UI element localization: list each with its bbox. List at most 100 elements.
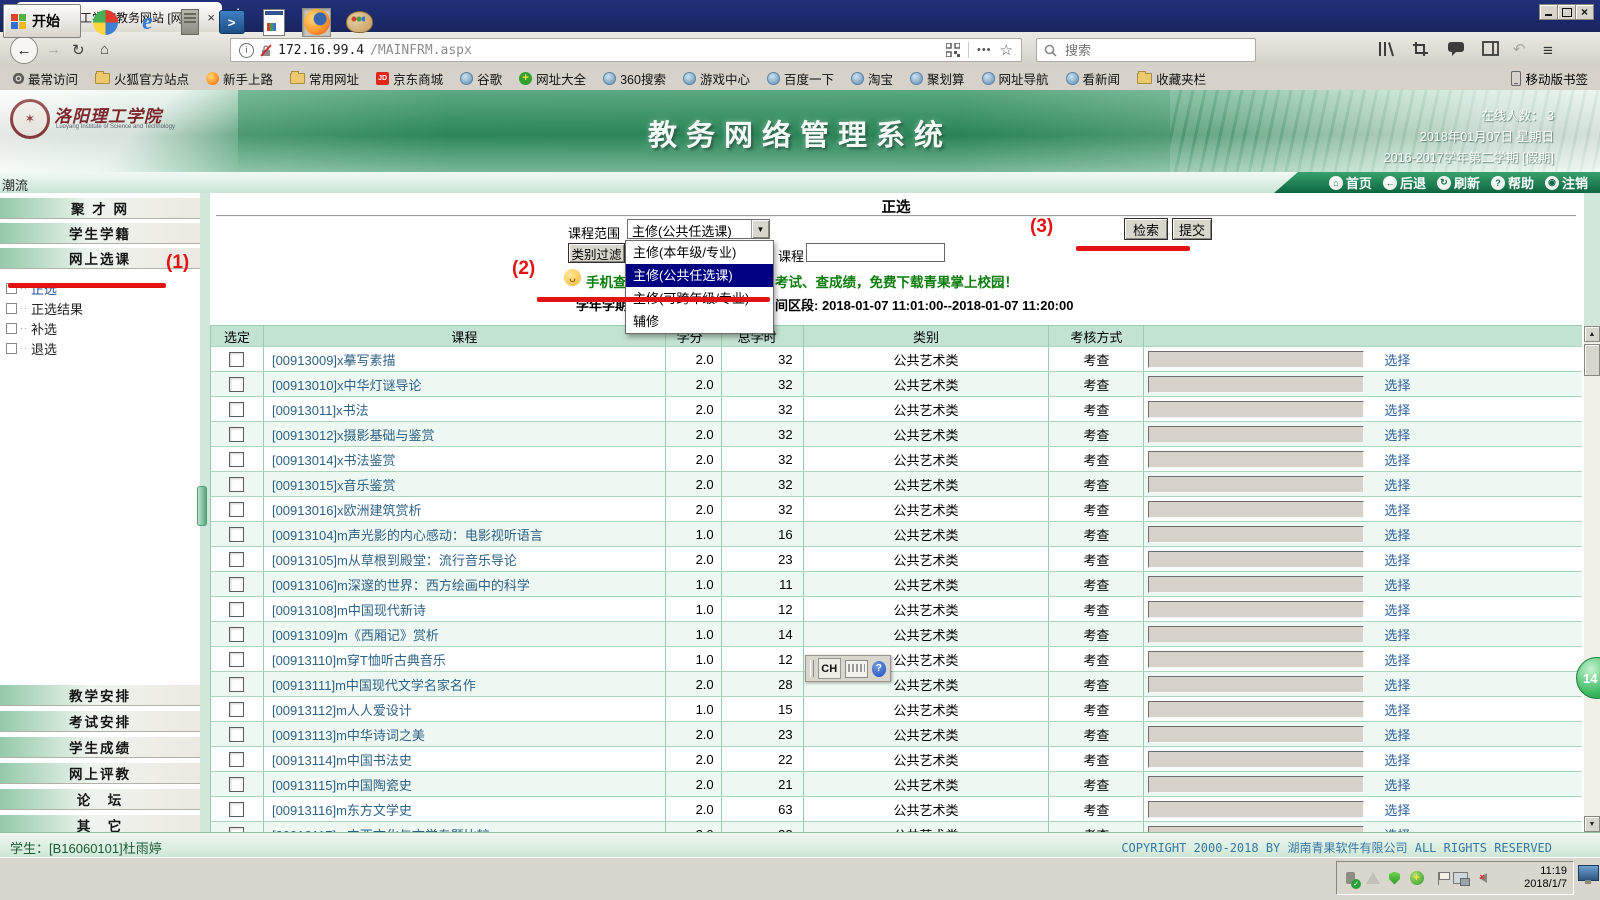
- row-checkbox[interactable]: [229, 402, 244, 417]
- course-cell[interactable]: [00913109]m《西厢记》赏析: [264, 622, 666, 646]
- sidebar-group[interactable]: 考试安排: [0, 710, 200, 732]
- course-cell[interactable]: [00913010]x中华灯谜导论: [264, 372, 666, 396]
- select-link[interactable]: 选择: [1384, 500, 1410, 519]
- start-button[interactable]: 开始: [3, 4, 81, 38]
- select-link[interactable]: 选择: [1384, 650, 1410, 669]
- row-checkbox[interactable]: [229, 577, 244, 592]
- sidebar-item-补选[interactable]: ··补选: [0, 318, 200, 338]
- scrollbar-thumb[interactable]: [1584, 344, 1600, 376]
- menu-hamburger-icon[interactable]: ≡: [1543, 41, 1553, 61]
- tray-flag-icon[interactable]: [1431, 871, 1446, 886]
- tray-triangle-icon[interactable]: [1365, 871, 1380, 886]
- course-cell[interactable]: [00913114]m中国书法史: [264, 747, 666, 771]
- row-checkbox[interactable]: [229, 652, 244, 667]
- site-info-icon[interactable]: i: [239, 43, 254, 58]
- course-cell[interactable]: [00913014]x书法鉴赏: [264, 447, 666, 471]
- course-cell[interactable]: [00913015]x音乐鉴赏: [264, 472, 666, 496]
- category-filter-button[interactable]: 类别过滤: [568, 243, 625, 263]
- row-checkbox[interactable]: [229, 477, 244, 492]
- select-link[interactable]: 选择: [1384, 600, 1410, 619]
- bookmark-item[interactable]: 看新闻: [1066, 69, 1121, 88]
- tray-speaker-muted-icon[interactable]: ×: [1475, 871, 1490, 886]
- course-cell[interactable]: [00913116]m东方文学史: [264, 797, 666, 821]
- chevron-down-icon[interactable]: ▼: [751, 220, 769, 238]
- taskbar-app-window[interactable]: [260, 9, 287, 36]
- bookmark-item[interactable]: 360搜索: [603, 69, 666, 88]
- bookmark-item[interactable]: 谷歌: [460, 69, 502, 88]
- course-scope-select[interactable]: 主修(公共任选课) ▼: [627, 219, 770, 239]
- select-link[interactable]: 选择: [1384, 400, 1410, 419]
- sidebar-collapse-grip[interactable]: [197, 486, 207, 526]
- bookmark-item[interactable]: 新手上路: [206, 69, 273, 88]
- select-link[interactable]: 选择: [1384, 575, 1410, 594]
- sidebar-group[interactable]: 聚 才 网: [0, 197, 200, 219]
- bookmark-item[interactable]: 常用网址: [290, 69, 359, 88]
- chat-bubble-icon[interactable]: [1447, 41, 1465, 57]
- vertical-scrollbar[interactable]: ▲ ▼: [1584, 326, 1600, 832]
- bookmark-item[interactable]: 最常访问: [13, 69, 78, 88]
- course-cell[interactable]: [00913009]x摹写素描: [264, 347, 666, 371]
- reload-button[interactable]: ↻: [72, 41, 85, 59]
- course-cell[interactable]: [00913115]m中国陶瓷史: [264, 772, 666, 796]
- row-checkbox[interactable]: [229, 802, 244, 817]
- select-link[interactable]: 选择: [1384, 450, 1410, 469]
- dropdown-option[interactable]: 辅修: [626, 310, 773, 333]
- navstrip-button-home[interactable]: ⌂首页: [1329, 173, 1372, 192]
- navstrip-button-refresh[interactable]: ↻刷新: [1437, 173, 1480, 192]
- sidebar-group[interactable]: 学生学籍: [0, 222, 200, 244]
- course-cell[interactable]: [00913106]m深邃的世界：西方绘画中的科学: [264, 572, 666, 596]
- select-link[interactable]: 选择: [1384, 350, 1410, 369]
- course-cell[interactable]: [00913016]x欧洲建筑赏析: [264, 497, 666, 521]
- bookmark-item[interactable]: +网址大全: [519, 69, 586, 88]
- sidebar-item-正选[interactable]: ··正选: [0, 278, 200, 298]
- screenshot-crop-icon[interactable]: [1412, 41, 1429, 57]
- navstrip-button-logout[interactable]: ◉注销: [1545, 173, 1588, 192]
- select-link[interactable]: 选择: [1384, 550, 1410, 569]
- library-icon[interactable]: [1378, 41, 1396, 57]
- tray-shield-icon[interactable]: [1387, 871, 1402, 886]
- row-checkbox[interactable]: [229, 727, 244, 742]
- sidebar-item-退选[interactable]: ··退选: [0, 338, 200, 358]
- bookmark-item[interactable]: 火狐官方站点: [95, 69, 189, 88]
- select-link[interactable]: 选择: [1384, 475, 1410, 494]
- course-input[interactable]: [806, 243, 945, 262]
- ime-help-button[interactable]: ?: [872, 661, 887, 677]
- scroll-up-icon[interactable]: ▲: [1584, 326, 1600, 342]
- bookmark-star-icon[interactable]: ☆: [1000, 41, 1013, 59]
- course-cell[interactable]: [00913108]m中国现代新诗: [264, 597, 666, 621]
- taskbar-clock[interactable]: 11:19 2018/1/7: [1524, 865, 1567, 891]
- select-link[interactable]: 选择: [1384, 525, 1410, 544]
- search-bar[interactable]: [1036, 38, 1256, 62]
- course-cell[interactable]: [00913113]m中华诗词之美: [264, 722, 666, 746]
- bookmark-item[interactable]: 淘宝: [851, 69, 893, 88]
- search-button[interactable]: 检索: [1124, 218, 1168, 240]
- tray-usb-icon[interactable]: ✓: [1343, 871, 1358, 886]
- bookmark-item[interactable]: 网址导航: [982, 69, 1049, 88]
- select-link[interactable]: 选择: [1384, 625, 1410, 644]
- window-maximize-button[interactable]: [1557, 4, 1576, 20]
- row-checkbox[interactable]: [229, 752, 244, 767]
- sidebar-group[interactable]: 网上评教: [0, 762, 200, 784]
- row-checkbox[interactable]: [229, 627, 244, 642]
- home-button[interactable]: ⌂: [100, 41, 109, 58]
- sidebar-item-正选结果[interactable]: ··正选结果: [0, 298, 200, 318]
- row-checkbox[interactable]: [229, 527, 244, 542]
- row-checkbox[interactable]: [229, 552, 244, 567]
- scroll-down-icon[interactable]: ▼: [1584, 816, 1600, 832]
- row-checkbox[interactable]: [229, 602, 244, 617]
- select-link[interactable]: 选择: [1384, 750, 1410, 769]
- dropdown-option[interactable]: 主修(公共任选课): [626, 264, 773, 287]
- row-checkbox[interactable]: [229, 677, 244, 692]
- bookmark-item[interactable]: 聚划算: [910, 69, 965, 88]
- sidebar-group[interactable]: 学生成绩: [0, 736, 200, 758]
- row-checkbox[interactable]: [229, 702, 244, 717]
- forward-button[interactable]: →: [46, 41, 61, 58]
- ime-grip[interactable]: [810, 660, 814, 677]
- select-link[interactable]: 选择: [1384, 375, 1410, 394]
- taskbar-app-pinwheel[interactable]: [92, 9, 119, 36]
- select-link[interactable]: 选择: [1384, 700, 1410, 719]
- course-cell[interactable]: [00913105]m从草根到殿堂：流行音乐导论: [264, 547, 666, 571]
- row-checkbox[interactable]: [229, 777, 244, 792]
- course-cell[interactable]: [00913011]x书法: [264, 397, 666, 421]
- select-link[interactable]: 选择: [1384, 800, 1410, 819]
